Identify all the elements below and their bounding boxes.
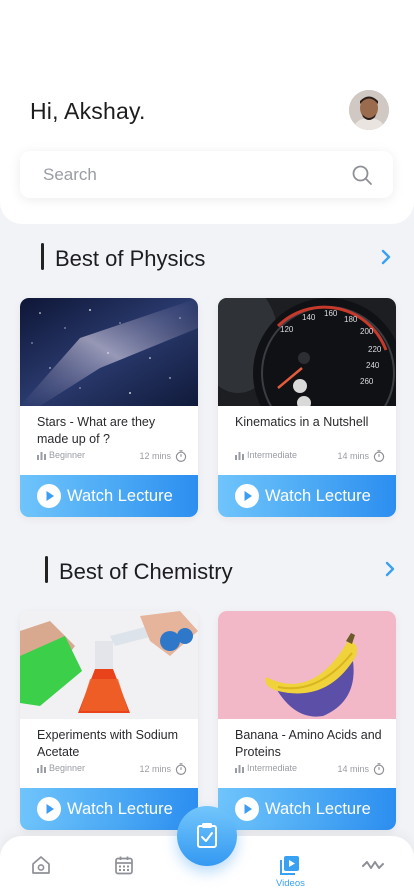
watch-lecture-button[interactable]: Watch Lecture [20, 475, 198, 517]
search-bar [20, 151, 393, 198]
lecture-card[interactable]: Banana - Amino Acids and Proteins Interm… [218, 611, 396, 830]
level-label: Beginner [49, 450, 86, 460]
duration-label: 14 mins [337, 451, 369, 461]
watch-lecture-button[interactable]: Watch Lecture [218, 475, 396, 517]
section-title-physics: Best of Physics [55, 246, 206, 271]
level-label: Beginner [49, 763, 86, 773]
lab-flasks-thumbnail [20, 611, 198, 719]
timer-icon [175, 450, 187, 462]
duration-label: 14 mins [337, 764, 369, 774]
videos-tab-label: Videos [276, 878, 305, 889]
speedometer-thumbnail: 120 140 160 180 200 220 240 260 [218, 298, 396, 406]
watch-lecture-button[interactable]: Watch Lecture [218, 788, 396, 830]
svg-text:260: 260 [360, 377, 374, 386]
card-title: Experiments with Sodium Acetate [37, 728, 179, 759]
watch-lecture-label: Watch Lecture [67, 800, 173, 818]
svg-text:180: 180 [344, 315, 358, 324]
banana-thumbnail [218, 611, 396, 719]
search-icon[interactable] [351, 164, 373, 186]
svg-text:200: 200 [360, 327, 374, 336]
chevron-right-icon[interactable] [383, 560, 397, 578]
watch-lecture-button[interactable]: Watch Lecture [20, 788, 198, 830]
card-title: Banana - Amino Acids and Proteins [235, 728, 382, 759]
clipboard-fab-button[interactable] [177, 806, 237, 866]
chevron-right-icon[interactable] [379, 248, 393, 266]
svg-text:240: 240 [366, 361, 380, 370]
calendar-icon[interactable] [113, 854, 135, 876]
avatar[interactable] [349, 90, 389, 130]
play-icon [37, 484, 61, 508]
level-bars-icon [37, 764, 46, 773]
level-bars-icon [235, 451, 244, 460]
svg-text:120: 120 [280, 325, 294, 334]
svg-text:160: 160 [324, 309, 338, 318]
watch-lecture-label: Watch Lecture [67, 487, 173, 505]
level-bars-icon [235, 764, 244, 773]
section-marker [45, 556, 48, 583]
home-icon[interactable] [30, 854, 52, 876]
level-label: Intermediate [247, 450, 298, 460]
card-title: Stars - What are they made up of ? [37, 415, 156, 446]
level-bars-icon [37, 451, 46, 460]
header-panel: Hi, Akshay. [0, 0, 414, 224]
clipboard-icon [197, 823, 217, 848]
search-input[interactable] [43, 161, 343, 188]
card-meta: Beginner 12 mins [37, 763, 187, 777]
timer-icon [373, 450, 385, 462]
section-title-chemistry: Best of Chemistry [59, 559, 233, 584]
greeting-text: Hi, Akshay. [30, 98, 146, 124]
play-icon [37, 797, 61, 821]
play-icon [235, 484, 259, 508]
watch-lecture-label: Watch Lecture [265, 487, 371, 505]
videos-icon[interactable] [279, 854, 301, 876]
svg-text:220: 220 [368, 345, 382, 354]
card-meta: Intermediate 14 mins [235, 763, 385, 777]
duration-label: 12 mins [139, 451, 171, 461]
card-meta: Intermediate 14 mins [235, 450, 385, 464]
lecture-card[interactable]: Stars - What are they made up of ? Begin… [20, 298, 198, 517]
activity-icon[interactable] [362, 854, 384, 876]
lecture-card[interactable]: Experiments with Sodium Acetate Beginner… [20, 611, 198, 830]
timer-icon [373, 763, 385, 775]
svg-text:140: 140 [302, 313, 316, 322]
watch-lecture-label: Watch Lecture [265, 800, 371, 818]
timer-icon [175, 763, 187, 775]
play-icon [235, 797, 259, 821]
card-meta: Beginner 12 mins [37, 450, 187, 464]
lecture-card[interactable]: 120 140 160 180 200 220 240 260 Kinematics in… [218, 298, 396, 517]
level-label: Intermediate [247, 763, 298, 773]
duration-label: 12 mins [139, 764, 171, 774]
section-marker [41, 243, 44, 270]
card-title: Kinematics in a Nutshell [235, 415, 369, 429]
galaxy-thumbnail [20, 298, 198, 406]
